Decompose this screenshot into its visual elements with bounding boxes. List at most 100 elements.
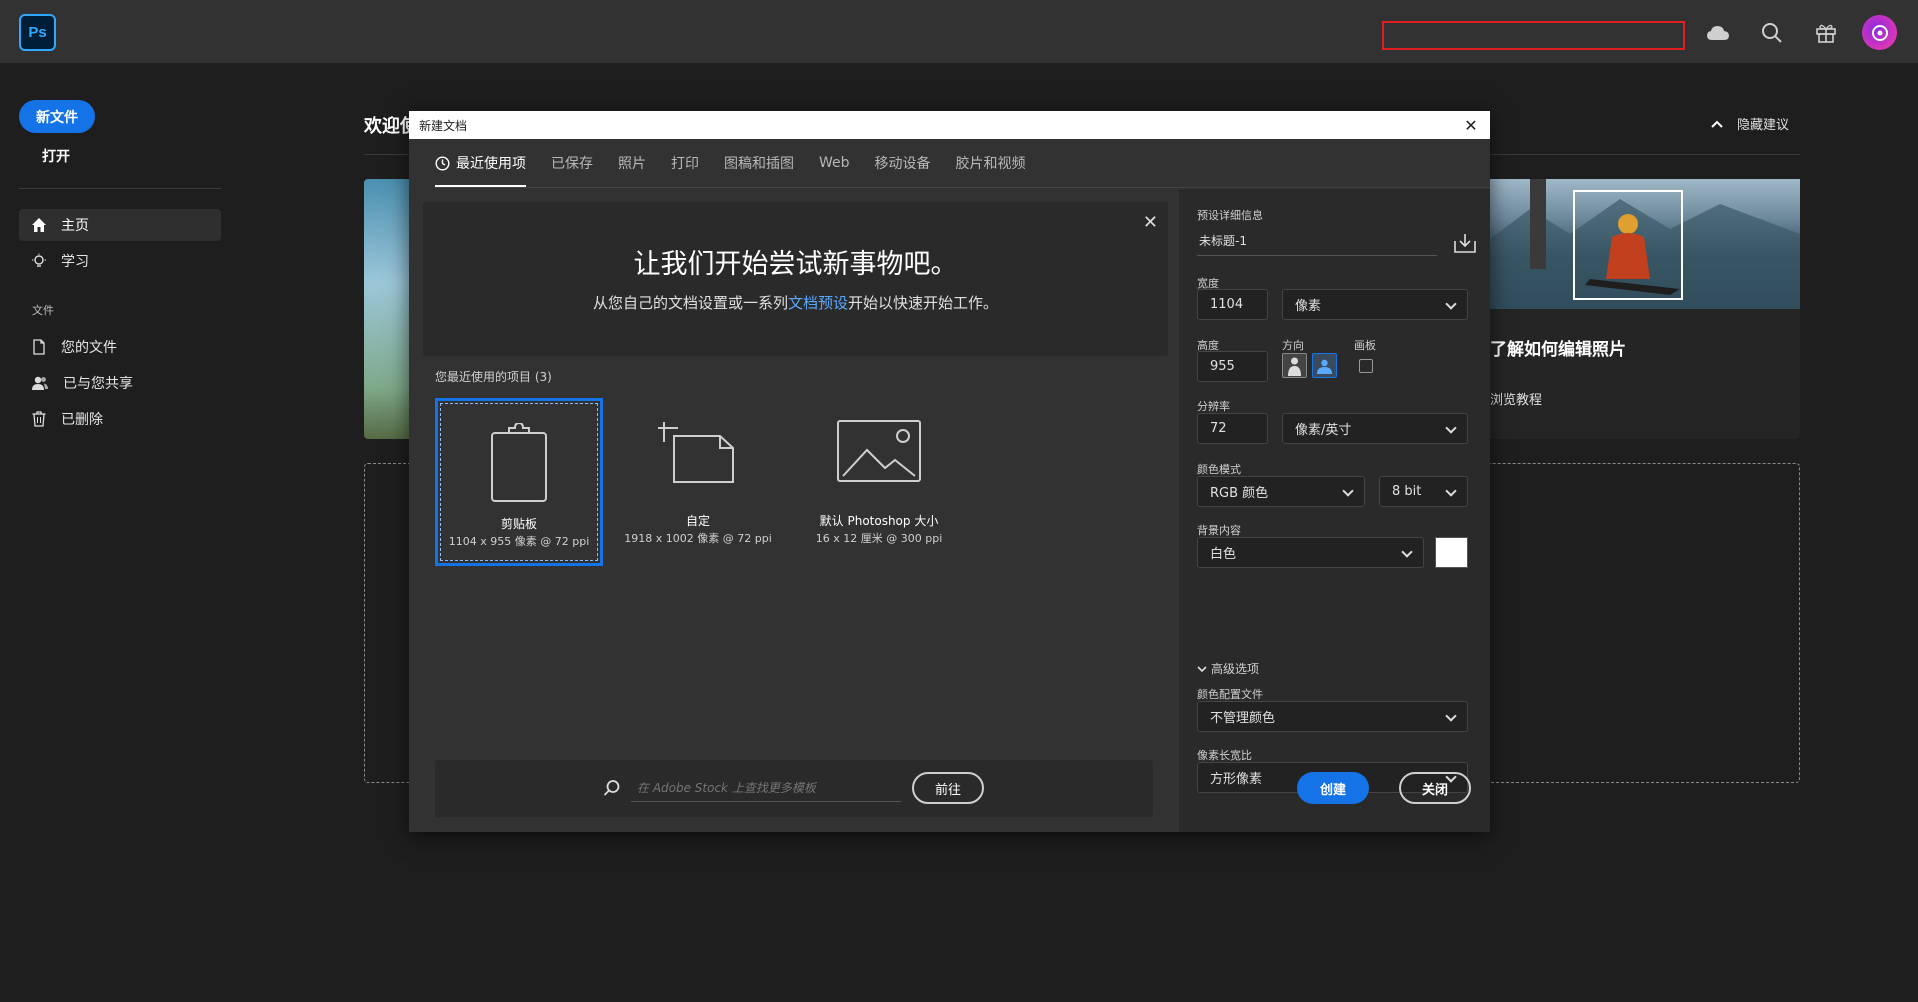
height-input[interactable]: 955 — [1197, 351, 1268, 382]
sidebar-item-deleted[interactable]: 已删除 — [19, 403, 221, 435]
clock-icon — [435, 155, 450, 171]
tab-label: 图稿和插图 — [724, 156, 794, 172]
color-mode-select[interactable]: RGB 颜色 — [1197, 476, 1365, 507]
tab-photo[interactable]: 照片 — [618, 139, 646, 187]
tab-label: Web — [819, 155, 850, 171]
dialog-titlebar: 新建文档 ✕ — [409, 111, 1490, 139]
chevron-down-icon — [1197, 665, 1207, 672]
tab-label: 已保存 — [551, 156, 593, 172]
sidebar-divider — [19, 188, 221, 189]
sidebar-item-shared[interactable]: 已与您共享 — [19, 367, 221, 399]
bit-depth-select[interactable]: 8 bit — [1379, 476, 1468, 507]
user-avatar[interactable] — [1862, 15, 1897, 50]
stock-search-bar: 前往 — [435, 760, 1153, 817]
lightbulb-icon — [32, 253, 46, 267]
landscape-icon — [1317, 359, 1332, 374]
hide-suggestions-button[interactable]: 隐藏建议 — [1711, 114, 1789, 133]
background-select[interactable]: 白色 — [1197, 537, 1424, 568]
highlight-box — [1382, 21, 1685, 50]
custom-document-icon — [614, 420, 782, 510]
save-preset-icon[interactable] — [1454, 233, 1476, 253]
new-file-button[interactable]: 新文件 — [19, 100, 95, 133]
portrait-icon — [1288, 357, 1301, 376]
tab-web[interactable]: Web — [819, 139, 850, 187]
card-photo — [1490, 179, 1800, 309]
chevron-up-icon — [1711, 120, 1723, 128]
preset-name: 剪贴板 — [500, 517, 537, 531]
resolution-unit-select[interactable]: 像素/英寸 — [1282, 413, 1468, 444]
sidebar-section-files: 文件 — [32, 304, 54, 317]
tab-print[interactable]: 打印 — [671, 139, 699, 187]
tabs-divider — [435, 187, 1490, 188]
tab-art-illustration[interactable]: 图稿和插图 — [724, 139, 794, 187]
home-icon — [32, 218, 46, 232]
sidebar-item-home[interactable]: 主页 — [19, 209, 221, 241]
search-icon[interactable] — [1758, 19, 1786, 47]
users-icon — [32, 376, 48, 390]
color-profile-label: 颜色配置文件 — [1197, 688, 1263, 701]
sidebar-item-label: 已与您共享 — [63, 376, 133, 392]
color-mode-label: 颜色模式 — [1197, 463, 1241, 476]
create-button[interactable]: 创建 — [1297, 772, 1369, 804]
cloud-icon[interactable] — [1704, 19, 1732, 47]
sidebar-item-learn[interactable]: 学习 — [19, 245, 221, 277]
artboard-label: 画板 — [1354, 339, 1376, 352]
preset-tabs: 最近使用项 已保存 照片 打印 图稿和插图 Web 移动设备 胶片和视频 — [435, 139, 1051, 187]
landscape-orientation-button[interactable] — [1312, 353, 1337, 378]
banner-title: 让我们开始尝试新事物吧。 — [633, 249, 958, 280]
open-button[interactable]: 打开 — [42, 146, 70, 166]
preset-custom[interactable]: 自定 1918 x 1002 像素 @ 72 ppi — [614, 398, 782, 566]
new-document-dialog: 新建文档 ✕ 最近使用项 已保存 照片 打印 图稿和插图 Web 移动设备 胶片… — [409, 111, 1490, 832]
banner-text: 开始以快速开始工作。 — [848, 294, 999, 312]
suggestion-card[interactable]: 了解如何编辑照片 浏览教程 — [1490, 179, 1800, 439]
tab-saved[interactable]: 已保存 — [551, 139, 593, 187]
dialog-title: 新建文档 — [419, 118, 468, 133]
background-label: 背景内容 — [1197, 524, 1241, 537]
tab-mobile[interactable]: 移动设备 — [875, 139, 931, 187]
tab-recent[interactable]: 最近使用项 — [435, 139, 526, 187]
dialog-close-icon[interactable]: ✕ — [1460, 114, 1482, 136]
preset-details-header: 预设详细信息 — [1197, 209, 1263, 222]
document-name-field[interactable]: 未标题-1 — [1197, 226, 1437, 256]
photoshop-logo[interactable]: Ps — [19, 14, 56, 51]
tab-film-video[interactable]: 胶片和视频 — [956, 139, 1026, 187]
preset-spec: 1104 x 955 像素 @ 72 ppi — [448, 535, 590, 548]
orientation-label: 方向 — [1282, 339, 1304, 352]
document-presets-link[interactable]: 文档预设 — [788, 294, 848, 312]
advanced-options-label: 高级选项 — [1211, 662, 1260, 676]
hide-suggestions-label: 隐藏建议 — [1737, 118, 1790, 133]
suggestion-card-image[interactable] — [364, 179, 410, 439]
trash-icon — [32, 411, 46, 427]
tab-label: 胶片和视频 — [955, 156, 1026, 172]
preset-spec: 1918 x 1002 像素 @ 72 ppi — [624, 532, 772, 545]
tab-label: 照片 — [618, 156, 646, 172]
resolution-input[interactable]: 72 — [1197, 413, 1268, 444]
card-link[interactable]: 浏览教程 — [1490, 389, 1542, 408]
tab-label: 打印 — [671, 156, 699, 172]
sidebar-item-label: 学习 — [61, 254, 89, 270]
pixel-aspect-label: 像素长宽比 — [1197, 749, 1252, 762]
stock-search-input[interactable] — [631, 774, 901, 802]
tab-label: 最近使用项 — [456, 156, 526, 172]
gift-icon[interactable] — [1812, 19, 1840, 47]
portrait-orientation-button[interactable] — [1282, 353, 1307, 378]
banner-close-icon[interactable]: ✕ — [1143, 212, 1158, 233]
preset-details-panel: 预设详细信息 未标题-1 宽度 1104 像素 高度 方向 画板 955 分辨率… — [1179, 189, 1490, 832]
color-profile-select[interactable]: 不管理颜色 — [1197, 701, 1468, 732]
width-unit-select[interactable]: 像素 — [1282, 289, 1468, 320]
preset-name: 自定 — [685, 514, 710, 528]
recent-items-label: 您最近使用的项目 (3) — [435, 370, 552, 384]
preset-clipboard[interactable]: 剪贴板 1104 x 955 像素 @ 72 ppi — [435, 398, 603, 566]
preset-spec: 16 x 12 厘米 @ 300 ppi — [815, 532, 943, 545]
artboard-checkbox[interactable] — [1359, 359, 1373, 373]
close-button[interactable]: 关闭 — [1399, 772, 1471, 804]
goto-button[interactable]: 前往 — [912, 772, 984, 804]
advanced-options-toggle[interactable]: 高级选项 — [1197, 660, 1259, 677]
background-color-swatch[interactable] — [1435, 537, 1468, 568]
preset-default-photoshop[interactable]: 默认 Photoshop 大小 16 x 12 厘米 @ 300 ppi — [795, 398, 963, 566]
preset-name: 默认 Photoshop 大小 — [819, 514, 939, 528]
sidebar-item-label: 已删除 — [61, 412, 103, 428]
sidebar-item-your-files[interactable]: 您的文件 — [19, 331, 221, 363]
width-input[interactable]: 1104 — [1197, 289, 1268, 320]
welcome-banner: ✕ 让我们开始尝试新事物吧。 从您自己的文档设置或一系列文档预设开始以快速开始工… — [423, 202, 1168, 356]
